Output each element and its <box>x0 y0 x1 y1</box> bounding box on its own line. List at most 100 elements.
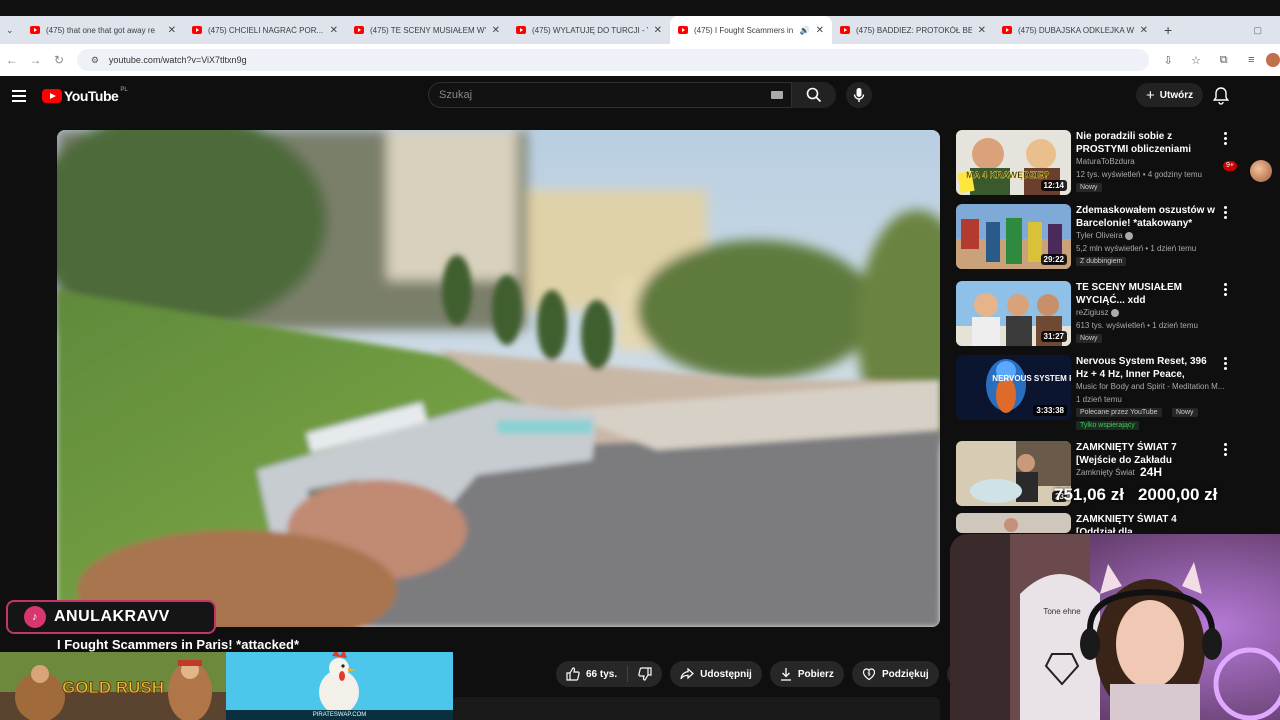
address-bar-row: ← → ↻ ⚙ youtube.com/watch?v=ViX7tltxn9g … <box>0 44 1280 76</box>
share-button[interactable]: Udostępnij <box>670 661 762 687</box>
extensions-icon[interactable]: ⧉ <box>1215 54 1233 67</box>
more-vertical-icon[interactable] <box>1224 206 1227 219</box>
recommendation-item[interactable]: 31:27 TE SCENY MUSIAŁEM WYCIĄĆ... xdd SA… <box>956 281 1236 351</box>
rec-title: Zdemaskowałem oszustów w Barcelonie! *at… <box>1076 205 1215 229</box>
forward-icon[interactable]: → <box>24 53 48 67</box>
address-bar[interactable]: ⚙ youtube.com/watch?v=ViX7tltxn9g <box>76 49 1150 71</box>
back-icon[interactable]: ← <box>0 53 24 67</box>
video-frame <box>57 130 940 627</box>
svg-text:$: $ <box>868 672 871 678</box>
browser-tab[interactable]: (475) TE SCENY MUSIAŁEM WY ✕ <box>346 16 508 44</box>
youtube-favicon-icon <box>516 26 526 34</box>
video-actions: 66 tys. Udostępnij Pobierz $ Podziękuj <box>556 661 973 687</box>
like-count: 66 tys. <box>586 668 618 680</box>
download-button[interactable]: Pobierz <box>769 661 844 687</box>
url-text: youtube.com/watch?v=ViX7tltxn9g <box>108 55 247 65</box>
video-thumbnail[interactable]: 31:27 <box>956 281 1071 346</box>
close-tab-icon[interactable]: ✕ <box>978 25 986 36</box>
search-button[interactable] <box>792 82 836 108</box>
video-player[interactable] <box>57 130 940 627</box>
youtube-favicon-icon <box>354 26 364 34</box>
more-vertical-icon[interactable] <box>1224 443 1227 456</box>
youtube-header: YouTube PL Szukaj + Utwórz 9+ <box>0 76 1280 182</box>
install-icon[interactable]: ⇩ <box>1159 54 1177 67</box>
ad1-text: GOLD RUSH <box>62 678 164 697</box>
rec-channel[interactable]: Tyler Oliveira <box>1076 231 1133 240</box>
dislike-button[interactable] <box>628 661 662 687</box>
tiktok-handle: ANULAKRAVV <box>54 608 170 625</box>
close-tab-icon[interactable]: ✕ <box>1140 25 1148 36</box>
microphone-icon <box>853 88 865 102</box>
goal-current: 751,06 zł <box>1054 485 1124 504</box>
notifications-bell-icon[interactable] <box>1213 86 1229 106</box>
video-thumbnail[interactable]: MA 4 KRAWĘDZIE? 12:14 <box>956 130 1071 195</box>
close-tab-icon[interactable]: ✕ <box>168 25 176 36</box>
profile-avatar[interactable] <box>1266 53 1280 67</box>
rec-meta: 613 tys. wyświetleń • 1 dzień temu <box>1076 321 1198 330</box>
ad-banner-gold-rush[interactable]: GOLD RUSH <box>0 652 226 720</box>
rec-channel[interactable]: Music for Body and Spirit - Meditation M… <box>1076 382 1225 391</box>
bookmark-star-icon[interactable]: ☆ <box>1187 54 1205 67</box>
rec-channel[interactable]: MaturaToBzdura <box>1076 157 1135 166</box>
more-vertical-icon[interactable] <box>1224 357 1227 370</box>
youtube-logo[interactable]: YouTube PL <box>42 87 128 104</box>
voice-search-button[interactable] <box>846 82 872 108</box>
rec-meta: 1 dzień temu <box>1076 395 1122 404</box>
video-thumbnail[interactable]: NERVOUS SYSTEM RESET 3:33:38 <box>956 355 1071 420</box>
reading-list-icon[interactable]: ≡ <box>1243 54 1261 66</box>
browser-tab[interactable]: (475) CHCIELI NAGRAĆ POR... | Y ✕ <box>184 16 346 44</box>
close-tab-icon[interactable]: ✕ <box>492 25 500 36</box>
like-button[interactable]: 66 tys. <box>556 661 627 687</box>
more-vertical-icon[interactable] <box>1224 132 1227 145</box>
reload-icon[interactable]: ↻ <box>47 53 71 67</box>
ad-banner-pirateswap[interactable]: PIRATESWAP.COM <box>226 652 453 720</box>
browser-tab[interactable]: (475) that one that got away re ✕ <box>22 16 184 44</box>
speaker-icon[interactable]: 🔊 <box>800 26 810 35</box>
thumb-text: MA 4 KRAWĘDZIE? <box>966 170 1049 180</box>
verified-icon <box>1110 308 1119 317</box>
recommendation-item[interactable]: NERVOUS SYSTEM RESET 3:33:38 Nervous Sys… <box>956 355 1236 443</box>
ad2-caption: PIRATESWAP.COM <box>226 710 453 720</box>
browser-tab[interactable]: (475) WYLATUJĘ DO TURCJI - Y ✕ <box>508 16 670 44</box>
goal-target: 2000,00 zł <box>1137 485 1218 504</box>
channel-name: reZigiusz <box>1076 308 1109 317</box>
browser-tab[interactable]: (475) DUBAJSKA ODKLEJKA WE ✕ <box>994 16 1156 44</box>
search-input[interactable]: Szukaj <box>428 82 792 108</box>
recommendation-item[interactable]: 29:22 Zdemaskowałem oszustów w Barceloni… <box>956 204 1236 274</box>
rec-meta: 12 tys. wyświetleń • 4 godziny temu <box>1076 170 1202 179</box>
youtube-favicon-icon <box>840 26 850 34</box>
thumbs-up-icon <box>566 667 580 681</box>
verified-icon <box>1124 231 1133 240</box>
youtube-favicon-icon <box>30 26 40 34</box>
video-thumbnail[interactable]: 29:22 <box>956 204 1071 269</box>
recommendation-item[interactable]: ZAMKNIĘTY ŚWIAT 4 [Oddział dla niepełnos… <box>956 513 1236 533</box>
youtube-play-icon <box>42 89 62 103</box>
browser-tab[interactable]: (475) BADDIEZ: PROTOKÓŁ BEF ✕ <box>832 16 994 44</box>
menu-icon[interactable] <box>12 90 26 102</box>
more-vertical-icon[interactable] <box>1224 283 1227 296</box>
rec-channel[interactable]: Zamknięty Świat <box>1076 468 1135 477</box>
tab-title: (475) that one that got away re <box>46 25 155 35</box>
rec-channel[interactable]: reZigiusz <box>1076 308 1119 317</box>
duration-badge: 29:22 <box>1040 254 1067 265</box>
duration-badge: 3:33:38 <box>1033 405 1067 416</box>
video-thumbnail[interactable] <box>956 513 1071 533</box>
close-tab-icon[interactable]: ✕ <box>330 25 338 36</box>
user-avatar[interactable] <box>1250 160 1272 182</box>
close-tab-icon[interactable]: ✕ <box>816 25 824 36</box>
create-button[interactable]: + Utwórz <box>1136 83 1204 107</box>
tab-title: (475) WYLATUJĘ DO TURCJI - Y <box>532 25 648 35</box>
new-tab-button[interactable]: + <box>1164 22 1172 38</box>
thanks-button[interactable]: $ Podziękuj <box>851 661 939 687</box>
browser-tab-active[interactable]: (475) I Fought Scammers in 🔊 ✕ <box>670 16 832 44</box>
rec-title: Nie poradzili sobie z PROSTYMI obliczeni… <box>1076 131 1192 155</box>
close-tab-icon[interactable]: ✕ <box>654 25 662 36</box>
thumb-text: NERVOUS SYSTEM RESET <box>992 374 1071 383</box>
recommendation-item[interactable]: MA 4 KRAWĘDZIE? 12:14 Nie poradzili sobi… <box>956 130 1236 200</box>
site-info-icon[interactable]: ⚙ <box>91 55 99 66</box>
keyboard-icon[interactable] <box>771 91 783 99</box>
rec-title: Nervous System Reset, 396 Hz + 4 Hz, Inn… <box>1076 356 1207 380</box>
rec-title: ZAMKNIĘTY ŚWIAT 4 [Oddział dla niepełnos… <box>1076 514 1177 533</box>
tab-search-icon[interactable]: ⌄ <box>0 25 22 36</box>
window-control-icon[interactable]: ▢ <box>1253 25 1262 36</box>
